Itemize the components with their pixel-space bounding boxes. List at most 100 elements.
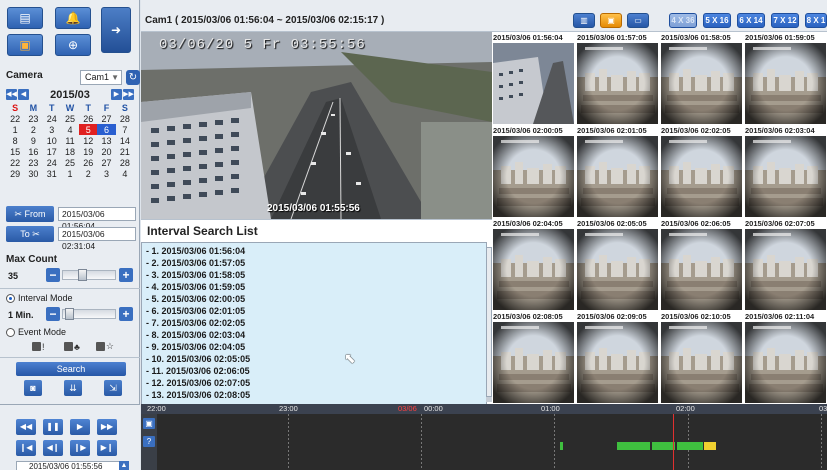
calendar-day[interactable]: 11 [61,135,79,146]
prev-year-button[interactable]: ◀◀ [6,89,17,100]
max-count-track[interactable] [62,269,116,281]
calendar-day[interactable]: 1 [6,124,24,135]
fast-forward-icon[interactable]: ▶▶ [97,419,117,435]
calendar-day[interactable]: 28 [116,157,134,168]
calendar-day[interactable]: 14 [116,135,134,146]
thumbnail-tile[interactable]: 2015/03/06 02:00:05 [492,125,575,218]
backup-icon[interactable]: ⇲ [104,380,122,396]
main-camera-view[interactable]: 03/06/20 5 Fr 03:55:56 2015/03/06 01:55:… [141,32,492,219]
camera-select[interactable]: Cam1 ▼ [80,70,122,85]
grid-5x16-button[interactable]: 5 X 16 [703,13,731,28]
grid-8x1-button[interactable]: 8 X 1 [805,13,827,28]
calendar-day[interactable]: 22 [6,157,24,168]
interval-search-list[interactable]: - 1. 2015/03/06 01:56:04 - 2. 2015/03/06 … [141,242,492,405]
calendar-day[interactable]: 12 [79,135,97,146]
export-icon[interactable]: ⇊ [64,380,82,396]
interval-list-item[interactable]: - 2. 2015/03/06 01:57:05 [146,258,245,268]
calendar-day[interactable]: 27 [97,113,115,124]
event-mode-radio[interactable]: Event Mode [6,327,66,337]
bell-filter-icon[interactable]: ♣ [64,341,82,352]
interval-list-item[interactable]: - 1. 2015/03/06 01:56:04 [146,246,245,256]
thumbnail-tile[interactable]: 2015/03/06 02:10:05 [660,311,743,404]
next-month-button[interactable]: ▶ [110,89,122,100]
recording-segment[interactable] [652,442,675,450]
skip-start-icon[interactable]: ❙◀ [16,440,36,456]
interval-list-item[interactable]: - 7. 2015/03/06 02:02:05 [146,318,245,328]
thumbnail-tile[interactable]: 2015/03/06 02:03:04 [744,125,827,218]
view-strip-icon[interactable]: ▭ [627,13,649,28]
calendar-day[interactable]: 1 [61,168,79,179]
rewind-icon[interactable]: ◀◀ [16,419,36,435]
calendar-day[interactable]: 18 [61,146,79,157]
from-button[interactable]: ✂ From [6,206,54,222]
calendar-day[interactable]: 27 [97,157,115,168]
thumbnail-tile[interactable]: 2015/03/06 02:01:05 [576,125,659,218]
playback-date[interactable]: 2015/03/06 01:55:56 ▲ [16,461,129,470]
calendar-day[interactable]: 15 [6,146,24,157]
spinner-icon[interactable]: ▲ [119,461,129,470]
max-count-knob[interactable] [78,269,87,281]
calendar-day[interactable]: 10 [43,135,61,146]
max-count-minus-button[interactable]: − [46,268,60,282]
from-datetime[interactable]: 2015/03/06 01:56:04 [58,207,136,231]
interval-list-item[interactable]: - 8. 2015/03/06 02:03:04 [146,330,245,340]
alarm-filter-icon[interactable]: ! [32,341,50,352]
thumbnail-tile[interactable]: 2015/03/06 02:02:05 [660,125,743,218]
interval-mode-radio[interactable]: Interval Mode [6,293,73,303]
playhead-marker[interactable] [673,414,674,470]
to-datetime[interactable]: 2015/03/06 02:31:04 [58,227,136,251]
help-icon[interactable]: ? [143,436,155,447]
monitor-icon[interactable]: ▣ [7,34,43,56]
recording-segment[interactable] [704,442,716,450]
recording-segment[interactable] [617,442,650,450]
interval-list-item[interactable]: - 4. 2015/03/06 01:59:05 [146,282,245,292]
recording-segment[interactable] [677,442,703,450]
grid-4x36-button[interactable]: 4 X 36 [669,13,697,28]
thumbnail-tile[interactable]: 2015/03/06 02:04:05 [492,218,575,311]
calendar-day[interactable]: 2 [79,168,97,179]
thumbnail-tile[interactable]: 2015/03/06 02:07:05 [744,218,827,311]
interval-minus-button[interactable]: − [46,307,60,321]
interval-list-item[interactable]: - 3. 2015/03/06 01:58:05 [146,270,245,280]
refresh-icon[interactable]: ↻ [126,70,140,85]
thumbnail-tile[interactable]: 2015/03/06 02:05:05 [576,218,659,311]
skip-end-icon[interactable]: ▶❙ [97,440,117,456]
calendar-day[interactable]: 3 [43,124,61,135]
interval-list-item[interactable]: - 9. 2015/03/06 02:04:05 [146,342,245,352]
thumbnail-tile[interactable]: 2015/03/06 01:56:04 [492,32,575,125]
calendar-day[interactable]: 25 [61,157,79,168]
interval-list-item[interactable]: - 10. 2015/03/06 02:05:05 [146,354,250,364]
calendar-day[interactable]: 6 [97,124,116,135]
calendar-day[interactable]: 19 [79,146,97,157]
step-forward-icon[interactable]: ❙▶ [70,440,90,456]
calendar-day[interactable]: 16 [24,146,42,157]
calendar-day[interactable]: 4 [61,124,79,135]
thumbnail-tile[interactable]: 2015/03/06 02:09:05 [576,311,659,404]
grid-6x14-button[interactable]: 6 X 14 [737,13,765,28]
calendar-day[interactable]: 8 [6,135,24,146]
calendar-day[interactable]: 26 [79,157,97,168]
calendar-day[interactable]: 26 [79,113,97,124]
display-icon[interactable]: ▤ [7,7,43,29]
calendar-day[interactable]: 7 [116,124,134,135]
interval-list-item[interactable]: - 5. 2015/03/06 02:00:05 [146,294,245,304]
calendar-day[interactable]: 29 [6,168,24,179]
calendar-day[interactable]: 4 [116,168,134,179]
pause-icon[interactable]: ❚❚ [43,419,63,435]
interval-list-item[interactable]: - 12. 2015/03/06 02:07:05 [146,378,250,388]
prev-month-button[interactable]: ◀ [18,89,29,100]
thumbnail-tile[interactable]: 2015/03/06 01:59:05 [744,32,827,125]
thumbnail-tile[interactable]: 2015/03/06 02:11:04 [744,311,827,404]
search-button[interactable]: Search [16,362,126,376]
to-button[interactable]: To ✂ [6,226,54,242]
calendar-day[interactable]: 23 [24,157,42,168]
motion-filter-icon[interactable]: ☆ [96,341,114,352]
calendar-day[interactable]: 31 [43,168,61,179]
timeline-save-icon[interactable]: ▣ [143,418,155,429]
calendar-day[interactable]: 24 [43,113,61,124]
calendar-day[interactable]: 24 [43,157,61,168]
exit-icon[interactable]: ➜ [101,7,131,53]
ptz-icon[interactable]: ⊕ [55,34,91,56]
snapshot-icon[interactable]: ◙ [24,380,42,396]
thumbnail-tile[interactable]: 2015/03/06 02:08:05 [492,311,575,404]
